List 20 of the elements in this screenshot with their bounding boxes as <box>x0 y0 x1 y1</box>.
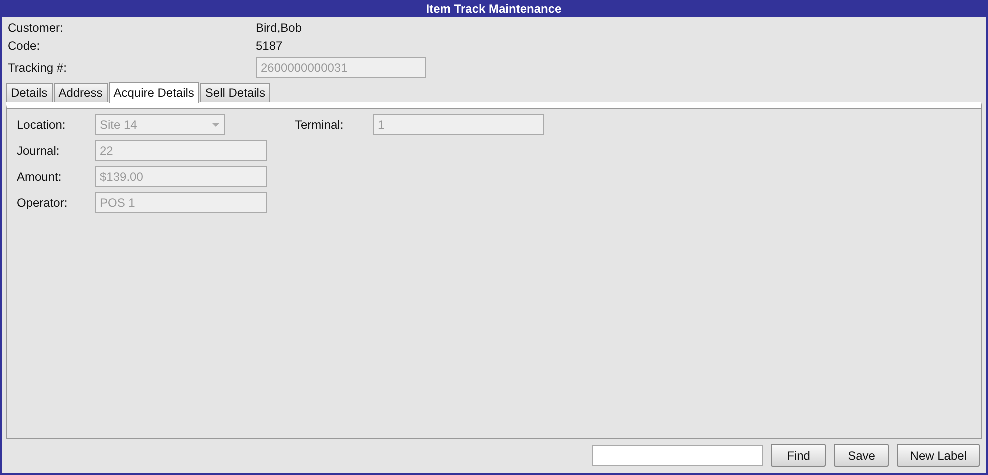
caret-icon <box>212 122 220 126</box>
search-field[interactable] <box>592 445 764 466</box>
window-title: Item Track Maintenance <box>0 0 988 17</box>
value-text: Bird,Bob <box>256 21 304 35</box>
field-label: Journal: <box>17 144 61 158</box>
tab[interactable]: Sell Details <box>200 83 270 102</box>
tab[interactable]: Details <box>6 83 53 102</box>
field-label: Code: <box>8 39 42 53</box>
field-label: Operator: <box>17 196 69 210</box>
action-button[interactable]: Save <box>834 444 890 467</box>
field-label: Amount: <box>17 170 63 184</box>
tab[interactable]: Acquire Details <box>108 82 200 103</box>
field-label: Customer: <box>8 21 64 35</box>
field-label: Terminal: <box>295 118 345 132</box>
action-button[interactable]: Find <box>771 444 826 467</box>
field-label: Tracking #: <box>8 60 68 74</box>
value-text: 5187 <box>256 39 284 53</box>
tab[interactable]: Address <box>54 83 108 102</box>
field-label: Location: <box>17 118 67 132</box>
action-button[interactable]: New Label <box>897 444 980 467</box>
